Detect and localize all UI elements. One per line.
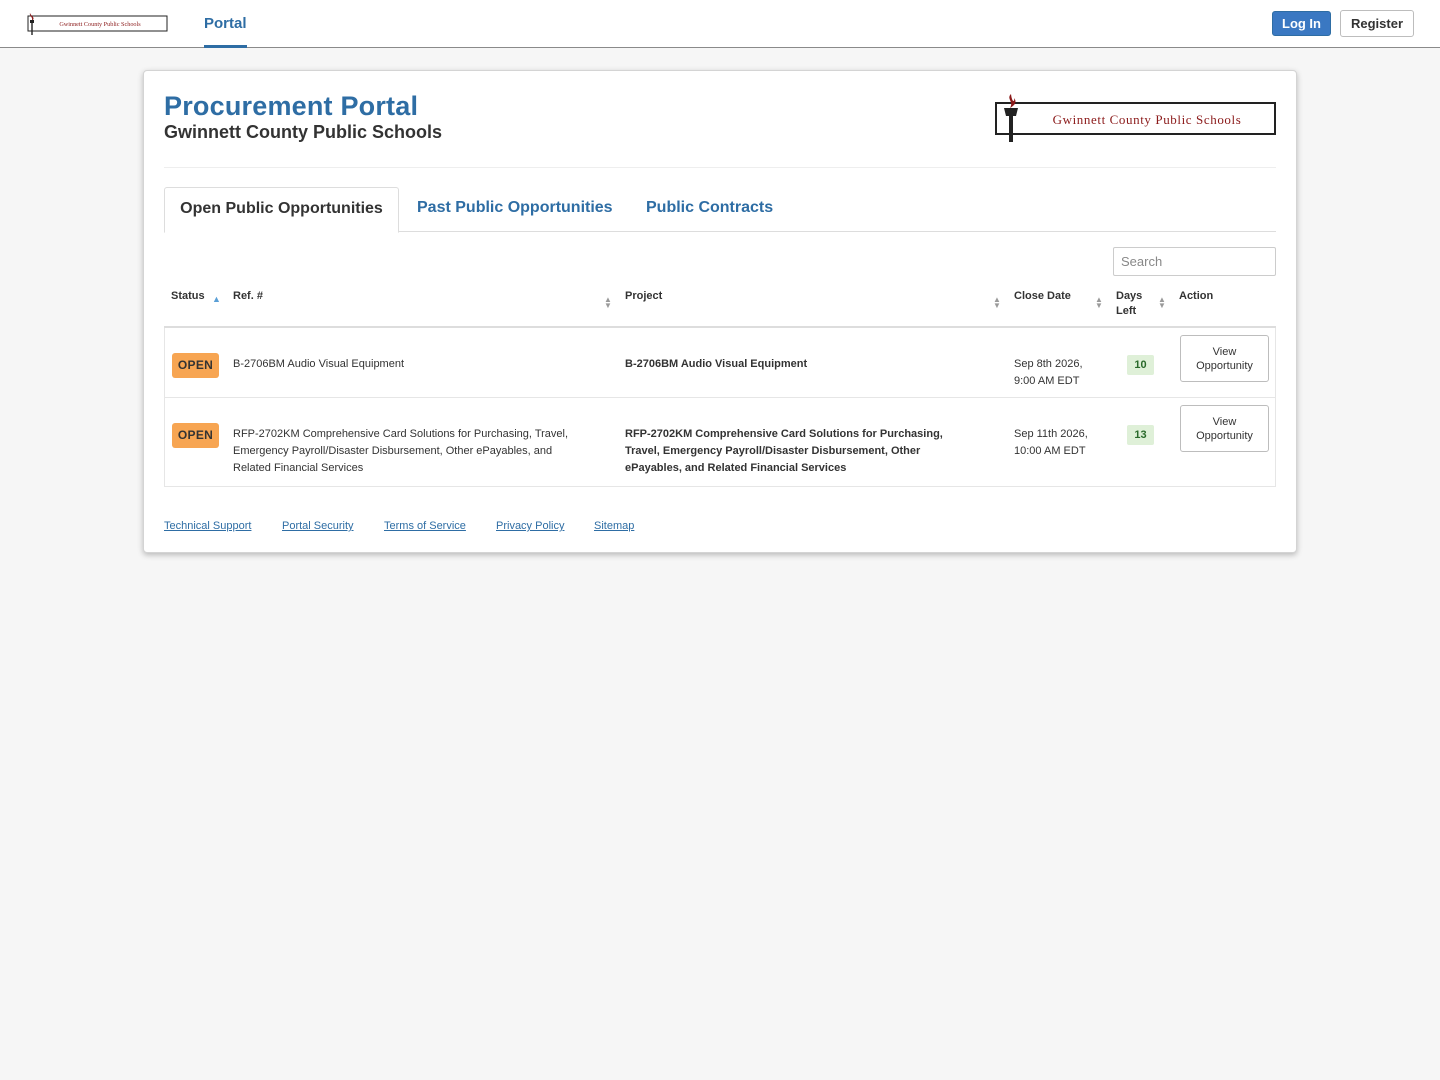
tab-public-contracts[interactable]: Public Contracts (646, 187, 773, 232)
ref-number: B-2706BM Audio Visual Equipment (233, 358, 405, 370)
gcps-logo-small[interactable]: Gwinnett County Public Schools (24, 12, 168, 36)
top-navbar: Gwinnett County Public Schools Portal Lo… (0, 0, 1440, 48)
close-date: Sep 11th 2026, 10:00 AM EDT (1014, 426, 1088, 460)
column-header-project[interactable]: Project (625, 289, 662, 304)
ref-number: RFP-2702KM Comprehensive Card Solutions … (233, 426, 568, 477)
view-button-line2: Opportunity (1196, 429, 1253, 442)
sort-icon[interactable]: ▲ ▼ (993, 296, 1001, 310)
close-date-line2: 9:00 AM EDT (1014, 375, 1080, 387)
days-left-label-line2: Left (1116, 305, 1137, 317)
sort-ascending-icon: ▲ (212, 294, 221, 304)
footer-link-terms-of-service[interactable]: Terms of Service (384, 520, 466, 532)
table-header: Status ▲ Ref. # ▲ ▼ Project ▲ ▼ Close Date… (164, 281, 1276, 328)
days-left-badge: 13 (1127, 425, 1154, 445)
project-line: ePayables, and Related Financial Service… (625, 462, 847, 474)
nav-portal-link[interactable]: Portal (204, 0, 247, 48)
project-name: B-2706BM Audio Visual Equipment (625, 358, 808, 370)
column-header-ref[interactable]: Ref. # (233, 289, 263, 304)
status-badge: OPEN (172, 423, 219, 448)
project-line: Travel, Emergency Payroll/Disaster Disbu… (625, 445, 921, 457)
ref-line: Emergency Payroll/Disaster Disbursement,… (233, 445, 553, 457)
column-header-close-date[interactable]: Close Date (1014, 289, 1071, 304)
view-opportunity-button[interactable]: View Opportunity (1180, 335, 1269, 382)
gcps-logo-small-text: Gwinnett County Public Schools (59, 21, 141, 28)
tab-open-opportunities[interactable]: Open Public Opportunities (164, 187, 399, 233)
status-badge: OPEN (172, 353, 219, 378)
table-row: OPEN B-2706BM Audio Visual Equipment B-2… (165, 328, 1275, 398)
sort-icon[interactable]: ▲ ▼ (604, 296, 612, 310)
column-header-days-left[interactable]: Days Left (1116, 289, 1142, 319)
days-left-label-line1: Days (1116, 290, 1143, 302)
ref-line: Related Financial Services (233, 462, 364, 474)
page-title: Procurement Portal (164, 91, 419, 121)
column-status-label: Status (171, 290, 205, 302)
project-name: RFP-2702KM Comprehensive Card Solutions … (625, 426, 943, 477)
sort-icon[interactable]: ▲ ▼ (1158, 296, 1166, 310)
view-opportunity-button[interactable]: View Opportunity (1180, 405, 1269, 452)
footer-link-portal-security[interactable]: Portal Security (282, 520, 354, 532)
view-button-line1: View (1212, 345, 1237, 358)
gcps-logo-text: Gwinnett County Public Schools (1053, 112, 1242, 127)
opportunity-tabs: Open Public Opportunities Past Public Op… (164, 187, 1276, 233)
tab-past-opportunities[interactable]: Past Public Opportunities (417, 187, 613, 232)
opportunities-table-body: OPEN B-2706BM Audio Visual Equipment B-2… (164, 328, 1276, 487)
gcps-logo: Gwinnett County Public Schools (995, 94, 1276, 142)
view-button-line1: View (1212, 415, 1237, 428)
view-button-line2: Opportunity (1196, 359, 1253, 372)
header-divider (164, 167, 1276, 168)
footer-link-technical-support[interactable]: Technical Support (164, 520, 251, 532)
login-button[interactable]: Log In (1272, 11, 1331, 36)
ref-line: RFP-2702KM Comprehensive Card Solutions … (233, 428, 569, 440)
register-button[interactable]: Register (1340, 10, 1414, 37)
footer-link-privacy-policy[interactable]: Privacy Policy (496, 520, 564, 532)
project-line: RFP-2702KM Comprehensive Card Solutions … (625, 428, 943, 440)
procurement-card: Procurement Portal Gwinnett County Publi… (143, 70, 1297, 553)
close-date: Sep 8th 2026, 9:00 AM EDT (1014, 356, 1083, 390)
sort-icon[interactable]: ▲ ▼ (1095, 296, 1103, 310)
table-row: OPEN RFP-2702KM Comprehensive Card Solut… (165, 398, 1275, 486)
footer-link-sitemap[interactable]: Sitemap (594, 520, 634, 532)
column-header-status[interactable]: Status ▲ (171, 289, 221, 304)
page-subtitle: Gwinnett County Public Schools (164, 122, 443, 142)
close-date-line1: Sep 8th 2026, (1014, 358, 1083, 370)
search-input[interactable] (1113, 247, 1276, 276)
close-date-line2: 10:00 AM EDT (1014, 445, 1086, 457)
close-date-line1: Sep 11th 2026, (1014, 428, 1088, 440)
column-header-action: Action (1179, 290, 1214, 302)
days-left-badge: 10 (1127, 355, 1154, 375)
